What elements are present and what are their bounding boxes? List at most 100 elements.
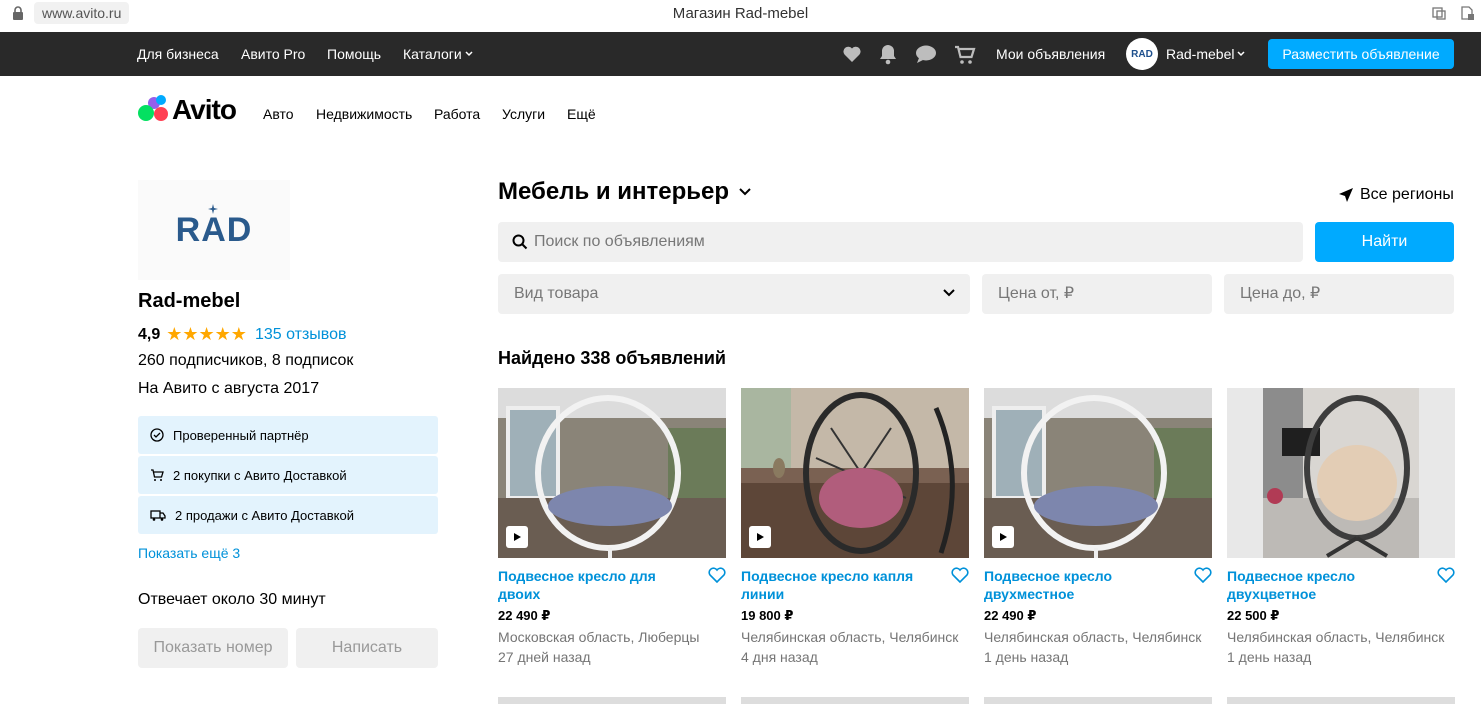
delivery-truck-icon (150, 510, 166, 521)
listing-location: Московская область, Люберцы (498, 629, 700, 645)
listing-card[interactable]: Подвесное кресло для двоих 22 490 ₽ Моск… (498, 388, 726, 665)
badge-label: Проверенный партнёр (173, 427, 309, 443)
listing-card[interactable]: Подвесное кресло капля линии 19 800 ₽ Че… (741, 388, 969, 665)
nav-help-link[interactable]: Помощь (327, 46, 381, 62)
listing-location: Челябинская область, Челябинск (1227, 629, 1445, 645)
listing-date: 27 дней назад (498, 649, 591, 665)
category-more[interactable]: Ещё (567, 106, 596, 122)
listing-card-partial (741, 697, 969, 704)
category-title-dropdown[interactable]: Мебель и интерьер (498, 178, 753, 206)
cart-icon[interactable] (954, 45, 976, 65)
location-arrow-icon (1339, 188, 1353, 202)
sparkle-icon (208, 204, 218, 214)
badge-verified-partner: Проверенный партнёр (138, 416, 438, 454)
video-play-icon[interactable] (749, 526, 771, 548)
browser-chrome: www.avito.ru Магазин Rad-mebel (0, 0, 1481, 32)
listing-card-partial (1227, 697, 1455, 704)
listing-photo[interactable] (1227, 388, 1455, 558)
avito-logo-dots-icon (138, 95, 170, 125)
favorite-heart-icon[interactable] (708, 567, 726, 583)
subscribers-count: 260 подписчиков, 8 подписок (138, 352, 354, 369)
listing-title[interactable]: Подвесное кресло двухместное (984, 567, 1174, 603)
listing-photo[interactable] (741, 388, 969, 558)
video-play-icon[interactable] (506, 526, 528, 548)
avito-logo-text: Avito (172, 94, 237, 125)
category-title: Мебель и интерьер (498, 178, 730, 205)
chevron-down-icon (943, 289, 955, 297)
favorite-heart-icon[interactable] (1437, 567, 1455, 583)
listing-price: 22 490 ₽ (498, 608, 551, 623)
post-ad-button[interactable]: Разместить объявление (1268, 39, 1454, 69)
listing-photo[interactable] (984, 388, 1212, 558)
price-to-input[interactable]: Цена до, ₽ (1224, 274, 1454, 314)
region-selector[interactable]: Все регионы (1338, 186, 1454, 204)
listing-date: 4 дня назад (741, 649, 818, 665)
badge-purchases: 2 покупки с Авито Доставкой (138, 456, 438, 494)
my-ads-link[interactable]: Мои объявления (996, 46, 1105, 62)
extension-icon[interactable] (1459, 5, 1475, 21)
listing-price: 22 500 ₽ (1227, 608, 1280, 623)
category-jobs[interactable]: Работа (434, 106, 480, 122)
nav-avito-pro-link[interactable]: Авито Pro (241, 46, 305, 62)
listing-card-partial (984, 697, 1212, 704)
write-message-button[interactable]: Написать (296, 628, 438, 668)
user-avatar[interactable]: RAD (1126, 38, 1158, 70)
badge-sales: 2 продажи с Авито Доставкой (138, 496, 438, 534)
response-time: Отвечает около 30 минут (138, 591, 326, 608)
favorites-heart-icon[interactable] (842, 45, 862, 63)
listing-price: 22 490 ₽ (984, 608, 1037, 623)
listing-location: Челябинская область, Челябинск (984, 629, 1202, 645)
member-since: На Авито с августа 2017 (138, 380, 320, 397)
listing-title[interactable]: Подвесное кресло двухцветное (1227, 567, 1417, 603)
product-type-select[interactable]: Вид товара (498, 274, 970, 314)
window-title: Магазин Rad-mebel (672, 5, 809, 22)
listing-date: 1 день назад (1227, 649, 1312, 665)
listing-card[interactable]: Подвесное кресло двухместное 22 490 ₽ Че… (984, 388, 1212, 665)
translate-icon[interactable] (1431, 5, 1447, 21)
rating-stars-icon: ★★★★★ (166, 324, 247, 344)
badge-label: 2 продажи с Авито Доставкой (175, 507, 354, 523)
messages-chat-icon[interactable] (915, 45, 937, 64)
chevron-down-icon (465, 51, 473, 57)
reviews-link[interactable]: 135 отзывов (255, 326, 347, 344)
nav-business-link[interactable]: Для бизнеса (137, 46, 219, 62)
favorite-heart-icon[interactable] (951, 567, 969, 583)
listing-card-partial (498, 697, 726, 704)
listing-date: 1 день назад (984, 649, 1069, 665)
notifications-bell-icon[interactable] (879, 43, 897, 65)
badge-label: 2 покупки с Авито Доставкой (173, 467, 347, 483)
rating-value: 4,9 (138, 325, 161, 343)
avito-logo[interactable]: Avito (138, 94, 237, 126)
listing-card[interactable]: Подвесное кресло двухцветное 22 500 ₽ Че… (1227, 388, 1455, 665)
region-label: Все регионы (1360, 186, 1454, 203)
rating-row: 4,9 ★★★★★ 135 отзывов (138, 324, 347, 345)
nav-catalogs-dropdown[interactable]: Каталоги (403, 46, 474, 62)
shop-logo: RAD (138, 180, 290, 280)
search-icon (512, 234, 528, 250)
search-box[interactable] (498, 222, 1303, 262)
listing-photo[interactable] (498, 388, 726, 558)
show-phone-button[interactable]: Показать номер (138, 628, 288, 668)
shop-logo-text: RAD (175, 210, 253, 249)
chevron-down-icon (739, 188, 751, 196)
listing-title[interactable]: Подвесное кресло капля линии (741, 567, 931, 603)
category-auto[interactable]: Авто (263, 106, 294, 122)
cart-icon (151, 469, 164, 481)
show-more-badges-link[interactable]: Показать ещё 3 (138, 545, 240, 561)
listing-location: Челябинская область, Челябинск (741, 629, 959, 645)
user-menu[interactable]: Rad-mebel (1166, 46, 1246, 62)
price-from-input[interactable]: Цена от, ₽ (982, 274, 1212, 314)
favorite-heart-icon[interactable] (1194, 567, 1212, 583)
listing-title[interactable]: Подвесное кресло для двоих (498, 567, 688, 603)
chevron-down-icon (1237, 51, 1246, 57)
category-services[interactable]: Услуги (502, 106, 545, 122)
category-realty[interactable]: Недвижимость (316, 106, 412, 122)
video-play-icon[interactable] (992, 526, 1014, 548)
shop-name: Rad-mebel (138, 290, 241, 312)
user-name: Rad-mebel (1166, 46, 1235, 62)
results-count: Найдено 338 объявлений (498, 348, 726, 368)
product-type-label: Вид товара (514, 285, 599, 302)
find-button[interactable]: Найти (1315, 222, 1454, 262)
search-input[interactable] (534, 233, 1234, 251)
check-circle-icon (150, 428, 164, 442)
